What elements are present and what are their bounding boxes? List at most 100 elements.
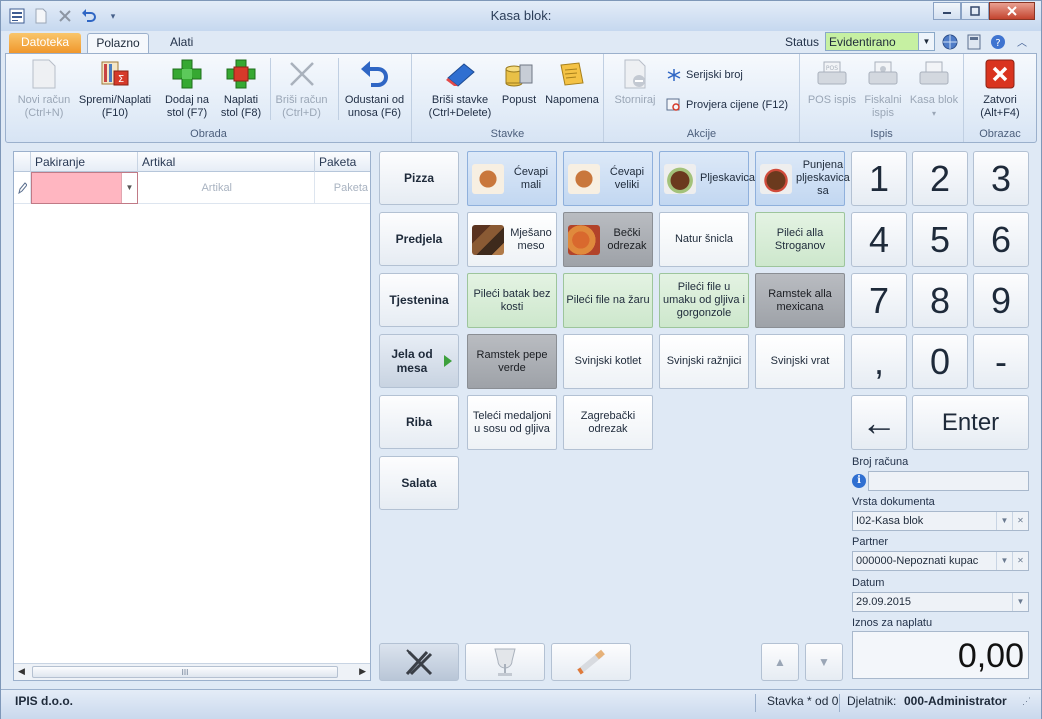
chevron-down-icon[interactable]: ▼ xyxy=(121,173,137,203)
article-becki-odrezak[interactable]: Bečki odrezak xyxy=(563,212,653,267)
zatvori-button[interactable]: Zatvori (Alt+F4) xyxy=(970,58,1030,120)
ribbon: Novi račun (Ctrl+N) Σ Spremi/Naplati (F10)… xyxy=(5,53,1037,143)
group-obrada: Novi račun (Ctrl+N) Σ Spremi/Naplati (F10)… xyxy=(6,54,412,142)
minimize-button[interactable] xyxy=(933,2,961,20)
pos-ispis-button[interactable]: POS POS ispis xyxy=(804,58,860,107)
category-riba[interactable]: Riba xyxy=(379,395,459,449)
article-natur-snicla[interactable]: Natur šnicla xyxy=(659,212,749,267)
article-punjena-pljeskavica[interactable]: Punjena pljeskavica sa xyxy=(755,151,850,206)
column-pakiranje[interactable]: Pakiranje xyxy=(31,152,138,172)
horizontal-scrollbar[interactable]: ◀ III ▶ xyxy=(14,663,370,680)
scroll-left-icon[interactable]: ◀ xyxy=(18,666,25,677)
serijski-broj-button[interactable]: Serijski broj xyxy=(666,68,743,82)
napomena-button[interactable]: Napomena xyxy=(542,58,602,107)
maximize-button[interactable] xyxy=(961,2,989,20)
help-icon[interactable]: ? xyxy=(989,33,1007,51)
clear-icon[interactable]: ✕ xyxy=(1012,512,1028,530)
globe-icon[interactable] xyxy=(941,33,959,51)
clear-icon[interactable]: ✕ xyxy=(1012,552,1028,570)
storniraj-button[interactable]: Storniraj xyxy=(608,58,662,107)
key-minus[interactable]: - xyxy=(973,334,1029,389)
vrsta-dokumenta-combo[interactable]: I02-Kasa blok ▼ ✕ xyxy=(852,511,1029,531)
close-button[interactable] xyxy=(989,2,1035,20)
article-svinjski-vrat[interactable]: Svinjski vrat xyxy=(755,334,845,389)
triangle-down-icon: ▼ xyxy=(818,655,830,669)
datum-field[interactable]: 29.09.2015 ▼ xyxy=(852,592,1029,612)
paketa-cell[interactable]: Paketa xyxy=(315,172,370,204)
column-artikal[interactable]: Artikal xyxy=(138,152,315,172)
article-svinjski-raznjici[interactable]: Svinjski ražnjici xyxy=(659,334,749,389)
category-tjestenina[interactable]: Tjestenina xyxy=(379,273,459,327)
minimize-ribbon-icon[interactable]: ︿ xyxy=(1013,33,1031,51)
chevron-down-icon[interactable]: ▼ xyxy=(996,512,1012,530)
key-9[interactable]: 9 xyxy=(973,273,1029,328)
article-zagrebacki-odrezak[interactable]: Zagrebački odrezak xyxy=(563,395,653,450)
article-pileci-file-gorgonzola[interactable]: Pileći file u umaku od gljiva i gorgonzo… xyxy=(659,273,749,328)
dodaj-na-stol-button[interactable]: Dodaj na stol (F7) xyxy=(162,58,212,120)
article-pileci-batak[interactable]: Pileći batak bez kosti xyxy=(467,273,557,328)
article-ramstek-mexicana[interactable]: Ramstek alla mexicana xyxy=(755,273,845,328)
broj-racuna-field[interactable] xyxy=(868,471,1029,491)
food-mode-button[interactable] xyxy=(379,643,459,681)
kasa-blok-button[interactable]: Kasa blok ▾ xyxy=(906,58,962,120)
key-8[interactable]: 8 xyxy=(912,273,968,328)
resize-grip-icon[interactable]: ⋰ xyxy=(1022,696,1031,707)
article-teleci-medaljoni[interactable]: Teleći medaljoni u sosu od gljiva xyxy=(467,395,557,450)
fiskalni-ispis-button[interactable]: Fiskalni ispis xyxy=(860,58,906,120)
partner-value: 000000-Nepoznati kupac xyxy=(856,555,979,567)
article-pileci-file-na-zaru[interactable]: Pileći file na žaru xyxy=(563,273,653,328)
scroll-down-button[interactable]: ▼ xyxy=(805,643,843,681)
article-ramstek-pepe-verde[interactable]: Ramstek pepe verde xyxy=(467,334,557,389)
key-7[interactable]: 7 xyxy=(851,273,907,328)
odustani-button[interactable]: Odustani od unosa (F6) xyxy=(338,58,410,120)
popust-button[interactable]: Popust xyxy=(496,58,542,107)
info-icon: i xyxy=(852,474,866,488)
key-3[interactable]: 3 xyxy=(973,151,1029,206)
artikal-cell[interactable]: Artikal xyxy=(138,172,315,204)
scroll-right-icon[interactable]: ▶ xyxy=(359,666,366,677)
status-combo[interactable]: Evidentirano ▼ xyxy=(825,32,935,51)
naplati-stol-button[interactable]: Naplati stol (F8) xyxy=(216,58,266,120)
chevron-down-icon[interactable]: ▼ xyxy=(1012,593,1028,611)
tab-datoteka[interactable]: Datoteka xyxy=(9,33,81,53)
article-cevapi-mali[interactable]: Ćevapi mali xyxy=(467,151,557,206)
key-backspace[interactable]: ← xyxy=(851,395,907,450)
key-2[interactable]: 2 xyxy=(912,151,968,206)
key-enter[interactable]: Enter xyxy=(912,395,1029,450)
article-mjesano-meso[interactable]: Mješano meso xyxy=(467,212,557,267)
novi-racun-button[interactable]: Novi račun (Ctrl+N) xyxy=(12,58,76,120)
scroll-up-button[interactable]: ▲ xyxy=(761,643,799,681)
scroll-thumb[interactable]: III xyxy=(32,666,338,678)
article-pileci-alla-stroganov[interactable]: Pileći alla Stroganov xyxy=(755,212,845,267)
key-1[interactable]: 1 xyxy=(851,151,907,206)
article-pljeskavica[interactable]: Pljeskavica xyxy=(659,151,755,206)
category-predjela[interactable]: Predjela xyxy=(379,212,459,266)
provjera-cijene-button[interactable]: Provjera cijene (F12) xyxy=(666,98,788,112)
drinks-mode-button[interactable] xyxy=(465,643,545,681)
items-grid[interactable]: Pakiranje Artikal Paketa ▼ Artikal Paket… xyxy=(13,151,371,681)
pakiranje-cell[interactable]: ▼ xyxy=(31,172,138,204)
table-row[interactable]: ▼ Artikal Paketa xyxy=(14,172,370,204)
article-svinjski-kotlet[interactable]: Svinjski kotlet xyxy=(563,334,653,389)
partner-combo[interactable]: 000000-Nepoznati kupac ▼ ✕ xyxy=(852,551,1029,571)
key-0[interactable]: 0 xyxy=(912,334,968,389)
category-salata[interactable]: Salata xyxy=(379,456,459,510)
chevron-down-icon[interactable]: ▼ xyxy=(996,552,1012,570)
calculator-icon[interactable] xyxy=(965,33,983,51)
tab-alati[interactable]: Alati xyxy=(157,33,206,53)
key-6[interactable]: 6 xyxy=(973,212,1029,267)
category-jela-od-mesa[interactable]: Jela od mesa xyxy=(379,334,459,388)
article-cevapi-veliki[interactable]: Ćevapi veliki xyxy=(563,151,653,206)
category-pizza[interactable]: Pizza xyxy=(379,151,459,205)
tobacco-mode-button[interactable] xyxy=(551,643,631,681)
group-label-stavke: Stavke xyxy=(490,128,525,140)
column-paketa[interactable]: Paketa xyxy=(315,152,370,172)
brisi-stavke-button[interactable]: Briši stavke (Ctrl+Delete) xyxy=(420,58,500,120)
key-5[interactable]: 5 xyxy=(912,212,968,267)
key-4[interactable]: 4 xyxy=(851,212,907,267)
chevron-down-icon[interactable]: ▼ xyxy=(918,33,934,50)
spremi-naplati-button[interactable]: Σ Spremi/Naplati (F10) xyxy=(78,58,152,120)
brisi-racun-button[interactable]: Briši račun (Ctrl+D) xyxy=(270,58,332,120)
tab-polazno[interactable]: Polazno xyxy=(87,33,149,53)
key-comma[interactable]: , xyxy=(851,334,907,389)
